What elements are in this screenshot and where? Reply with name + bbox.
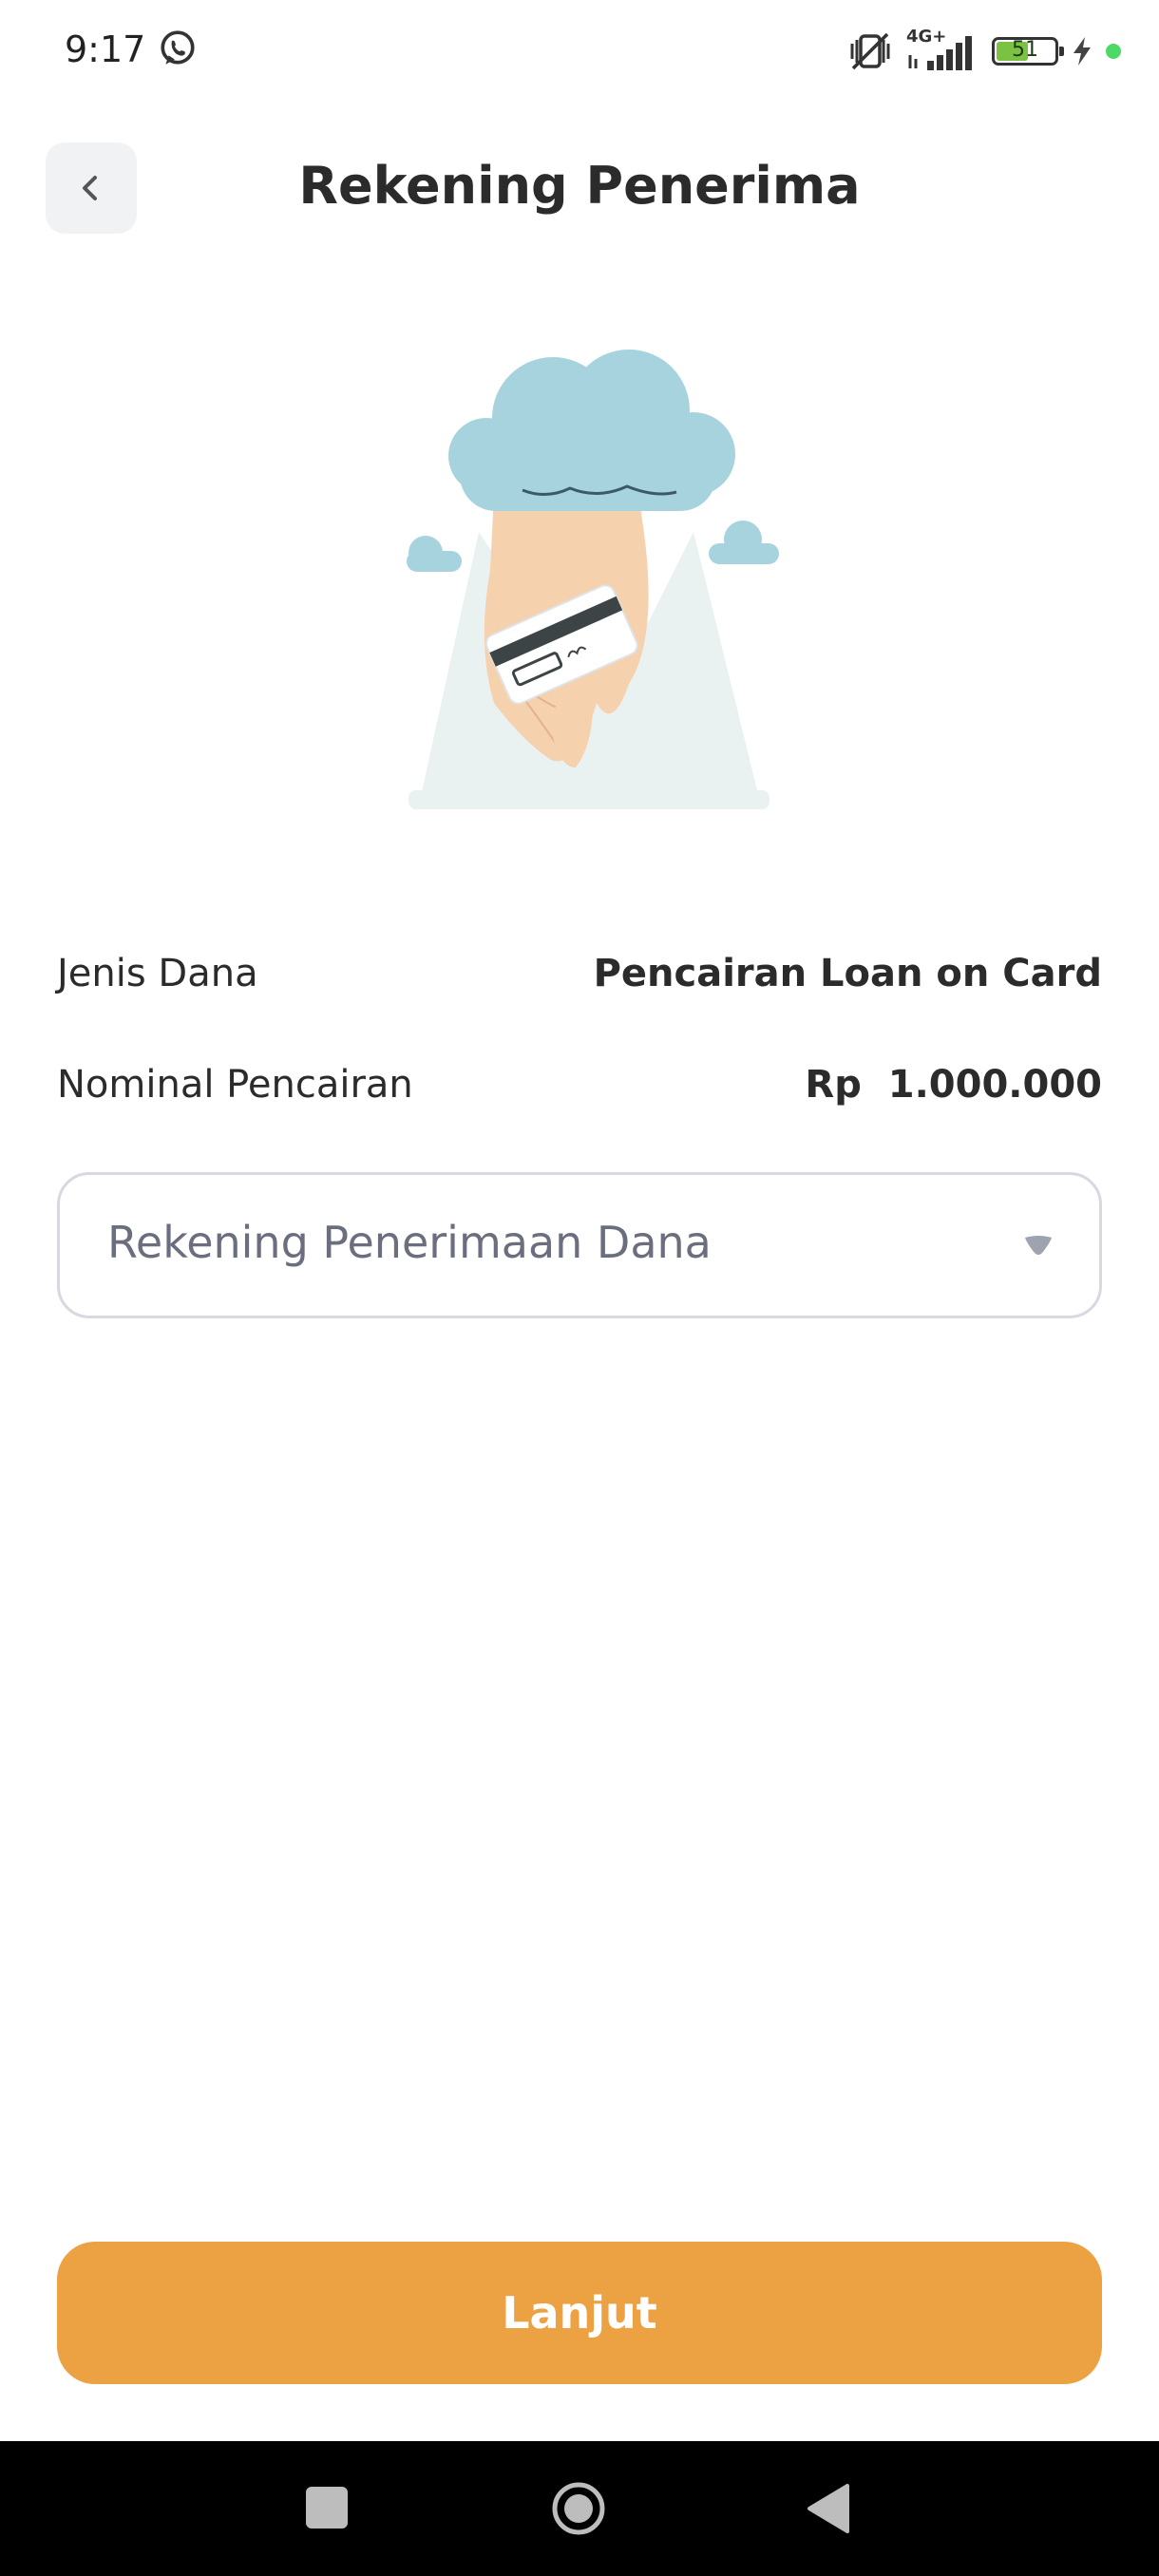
fund-type-label: Jenis Dana	[57, 952, 258, 995]
receiving-account-dropdown[interactable]: Rekening Penerimaan Dana	[57, 1172, 1102, 1318]
square-recents-icon[interactable]	[306, 2487, 348, 2529]
header: Rekening Penerima	[0, 133, 1159, 247]
signal-bars-icon	[908, 36, 972, 70]
fund-type-value: Pencairan Loan on Card	[593, 952, 1102, 995]
amount-value-group: Rp 1.000.000	[805, 1063, 1102, 1107]
amount-label: Nominal Pencairan	[57, 1063, 413, 1107]
receiving-account-placeholder: Rekening Penerimaan Dana	[107, 1217, 712, 1268]
signal-indicator: 4G+	[906, 27, 978, 72]
status-time: 9:17	[65, 28, 146, 70]
circle-home-icon[interactable]	[551, 2481, 606, 2536]
status-bar: 9:17 4G+ 51	[0, 0, 1159, 104]
caret-down-icon	[1025, 1236, 1052, 1255]
hand-holding-card-illustration	[407, 350, 779, 809]
status-icons: 4G+ 51	[847, 27, 1121, 76]
status-dot	[1106, 44, 1121, 59]
whatsapp-icon	[161, 30, 195, 65]
battery-level: 51	[1012, 38, 1038, 62]
amount-row: Nominal Pencairan Rp 1.000.000	[57, 1051, 1102, 1118]
fund-type-row: Jenis Dana Pencairan Loan on Card	[57, 940, 1102, 1007]
charging-bolt-icon	[1074, 37, 1091, 66]
triangle-back-icon[interactable]	[806, 2483, 849, 2534]
system-nav-bar	[0, 2441, 1159, 2576]
battery-icon: 51	[992, 37, 1064, 66]
amount-value: 1.000.000	[887, 1063, 1102, 1107]
continue-button[interactable]: Lanjut	[57, 2242, 1102, 2384]
amount-currency: Rp	[805, 1063, 862, 1107]
page-title: Rekening Penerima	[298, 156, 861, 216]
vibrate-off-icon	[850, 32, 890, 70]
